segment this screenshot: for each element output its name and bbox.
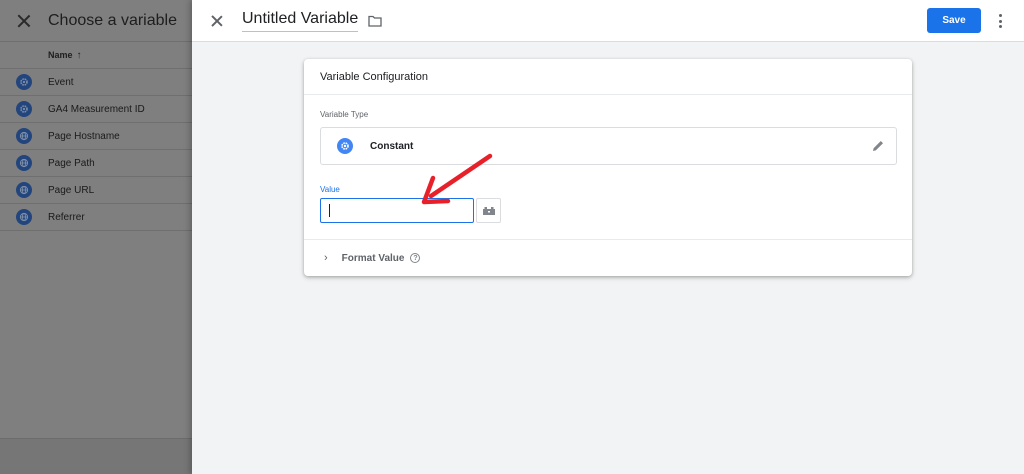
variable-type-selector[interactable]: Constant — [320, 127, 897, 165]
variable-configuration-card: Variable Configuration Variable Type Con… — [304, 59, 912, 276]
insert-variable-button[interactable] — [476, 198, 501, 223]
chooser-row-label: GA4 Measurement ID — [48, 103, 145, 115]
variable-type-name: Constant — [370, 140, 414, 152]
chooser-row-label: Page Hostname — [48, 130, 120, 142]
chooser-row-label: Event — [48, 76, 74, 88]
save-button[interactable]: Save — [927, 8, 981, 33]
variable-chooser-panel: Choose a variable Name ↑ Event GA4 Measur… — [0, 0, 192, 474]
chooser-header: Choose a variable — [0, 0, 192, 42]
gear-icon — [16, 74, 32, 90]
column-header-label: Name — [48, 50, 73, 60]
format-value-label: Format Value — [341, 252, 405, 264]
chooser-row[interactable]: Event — [0, 69, 192, 96]
chooser-title: Choose a variable — [48, 11, 177, 29]
card-title: Variable Configuration — [304, 59, 912, 95]
chooser-row[interactable]: Page URL — [0, 177, 192, 204]
chooser-row-label: Referrer — [48, 211, 85, 223]
name-column-header[interactable]: Name ↑ — [0, 42, 192, 69]
arrow-up-icon: ↑ — [76, 49, 82, 61]
variable-editor-panel: Untitled Variable Save Variable Configur… — [192, 0, 1024, 474]
value-label: Value — [320, 185, 340, 194]
close-icon[interactable] — [210, 14, 224, 28]
variable-type-label: Variable Type — [320, 110, 369, 119]
value-input[interactable] — [320, 198, 474, 223]
pencil-icon[interactable] — [871, 139, 885, 153]
chooser-row[interactable]: GA4 Measurement ID — [0, 96, 192, 123]
globe-icon — [16, 155, 32, 171]
chooser-row[interactable]: Page Path — [0, 150, 192, 177]
text-cursor — [329, 204, 330, 217]
globe-icon — [16, 209, 32, 225]
close-icon[interactable] — [16, 13, 32, 29]
variable-name-field[interactable]: Untitled Variable — [242, 10, 359, 32]
help-icon[interactable]: ? — [410, 253, 421, 263]
brick-icon — [482, 206, 495, 215]
gear-icon — [16, 101, 32, 117]
format-value-toggle[interactable]: › Format Value ? — [304, 239, 912, 276]
globe-icon — [16, 128, 32, 144]
folder-icon[interactable] — [368, 15, 382, 27]
chooser-row-label: Page URL — [48, 184, 95, 196]
gear-icon — [337, 138, 353, 154]
chooser-footer — [0, 438, 192, 474]
more-vert-icon[interactable] — [996, 13, 1004, 29]
chooser-row[interactable]: Referrer — [0, 204, 192, 231]
chooser-row[interactable]: Page Hostname — [0, 123, 192, 150]
chevron-right-icon: › — [324, 252, 328, 264]
editor-topbar: Untitled Variable Save — [192, 0, 1024, 42]
globe-icon — [16, 182, 32, 198]
chooser-row-label: Page Path — [48, 157, 95, 169]
